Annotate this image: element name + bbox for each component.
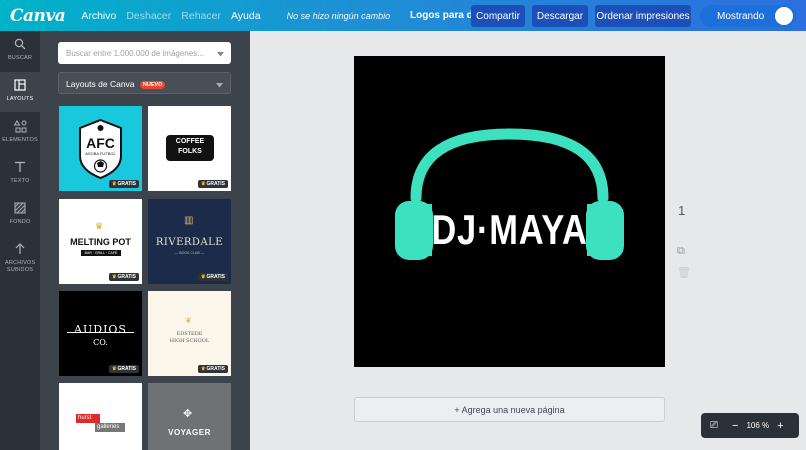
- folks-text: FOLKS: [178, 148, 202, 155]
- rail-item-fondo[interactable]: FONDO: [0, 195, 40, 235]
- notes-icon[interactable]: ⎚: [710, 420, 718, 431]
- layout-thumb-coffee-folks[interactable]: COFFEE FOLKS ♛GRATIS: [148, 106, 231, 191]
- edstede-text: EDSTEDE: [176, 331, 203, 337]
- rail-label-elementos: ELEMENTOS: [2, 137, 38, 143]
- crown-icon: ♛: [200, 181, 206, 187]
- search-icon: [13, 37, 27, 51]
- free-badge-label: GRATIS: [117, 181, 136, 187]
- rail-label-buscar: BUSCAR: [7, 55, 33, 61]
- crest-icon: ❦: [185, 316, 192, 325]
- upload-arrow-icon: [13, 242, 27, 256]
- free-badge-label: GRATIS: [206, 366, 225, 372]
- toggle-label: Mostrando: [717, 10, 765, 22]
- riverdale-subtext: — BOOK CLUB —: [174, 251, 205, 255]
- free-badge: ♛GRATIS: [197, 180, 228, 188]
- layout-thumb-hurst[interactable]: hurst galleries: [59, 383, 142, 450]
- toggle-knob: [775, 7, 793, 25]
- rail-label-fondo: FONDO: [9, 219, 31, 225]
- melting-pot-text: MELTING POT: [70, 237, 131, 247]
- zoom-level[interactable]: 106 %: [746, 421, 769, 430]
- crown-icon: ♛: [95, 221, 104, 231]
- layouts-dropdown[interactable]: Layouts de Canva NUEVO: [58, 72, 231, 94]
- layouts-icon: [13, 78, 27, 92]
- save-status: No se hizo ningún cambio: [286, 10, 391, 21]
- rail-label-layouts: LAYOUTS: [6, 96, 34, 102]
- rail-item-texto[interactable]: TEXTO: [0, 154, 40, 194]
- document-title[interactable]: Logos para dj: [410, 10, 476, 21]
- dj-maya-text[interactable]: DJ·MAYA: [382, 206, 637, 254]
- riverdale-text: RIVERDALE: [155, 237, 224, 248]
- book-icon: ▥: [184, 215, 194, 226]
- crown-icon: ♛: [111, 366, 117, 372]
- top-bar: Canva Archivo Deshacer Rehacer Ayuda No …: [0, 0, 806, 31]
- free-badge-label: GRATIS: [206, 181, 225, 187]
- free-badge: ♛GRATIS: [108, 365, 139, 373]
- menu-archivo[interactable]: Archivo: [81, 10, 116, 22]
- layout-thumb-afc[interactable]: AFC ASOBA FUTBOL ♛GRATIS: [59, 106, 142, 191]
- canva-logo[interactable]: Canva: [10, 6, 66, 26]
- free-badge-label: GRATIS: [117, 274, 136, 280]
- layout-thumb-voyager[interactable]: ✥ VOYAGER: [148, 383, 231, 450]
- rail-item-elementos[interactable]: ELEMENTOS: [0, 113, 40, 153]
- rail-label-texto: TEXTO: [10, 178, 30, 184]
- high-school-text: HIGH SCHOOL: [169, 338, 210, 344]
- rail-label-archivos: ARCHIVOS SUBIDOS: [5, 260, 36, 273]
- download-button[interactable]: Descargar: [532, 5, 588, 27]
- free-badge-label: GRATIS: [117, 366, 136, 372]
- free-badge: ♛GRATIS: [197, 273, 228, 281]
- crown-icon: ♛: [200, 366, 206, 372]
- layouts-panel: Buscar entre 1.000.000 de imágenes... La…: [40, 31, 250, 450]
- coffee-text: COFFEE: [175, 138, 205, 145]
- layout-thumb-edstede[interactable]: ❦ EDSTEDE HIGH SCHOOL ♛GRATIS: [148, 291, 231, 376]
- delete-page-icon[interactable]: 🗑︎: [677, 266, 691, 279]
- free-badge: ♛GRATIS: [108, 180, 139, 188]
- layout-thumb-riverdale[interactable]: ▥ RIVERDALE — BOOK CLUB — ♛GRATIS: [148, 199, 231, 284]
- layouts-dropdown-label: Layouts de Canva: [66, 79, 135, 89]
- new-badge: NUEVO: [139, 81, 166, 89]
- rail-item-layouts[interactable]: LAYOUTS: [0, 72, 40, 112]
- menu-ayuda[interactable]: Ayuda: [231, 10, 261, 22]
- hurst-text: hurst: [78, 415, 92, 421]
- left-rail: BUSCAR LAYOUTS ELEMENTOS TEXTO FONDO ARC…: [0, 31, 40, 450]
- share-button[interactable]: Compartir: [471, 5, 525, 27]
- rail-item-archivos[interactable]: ARCHIVOS SUBIDOS: [0, 236, 40, 284]
- crown-icon: ♛: [200, 274, 206, 280]
- duplicate-page-icon[interactable]: ⧉: [677, 245, 685, 258]
- audios-strike: [67, 332, 134, 333]
- compass-icon: ✥: [183, 408, 193, 420]
- presentation-toggle[interactable]: Mostrando: [700, 5, 796, 27]
- audios-text: AUDIOS: [74, 323, 127, 336]
- crown-icon: ♛: [111, 181, 117, 187]
- page-number: 1: [678, 203, 686, 218]
- shapes-icon: [13, 119, 27, 133]
- order-prints-button[interactable]: Ordenar impresiones: [595, 5, 691, 27]
- design-canvas[interactable]: DJ·MAYA: [354, 56, 665, 367]
- image-search-input[interactable]: Buscar entre 1.000.000 de imágenes...: [58, 42, 231, 64]
- background-pattern-icon: [13, 201, 27, 215]
- galleries-text: galleries: [97, 424, 120, 430]
- crown-icon: ♛: [111, 274, 117, 280]
- free-badge: ♛GRATIS: [108, 273, 139, 281]
- afc-subtext: ASOBA FUTBOL: [85, 151, 116, 156]
- audios-co-text: CO.: [93, 338, 108, 347]
- layout-thumb-audios[interactable]: AUDIOS CO. ♛GRATIS: [59, 291, 142, 376]
- text-icon: [13, 160, 27, 174]
- free-badge-label: GRATIS: [206, 274, 225, 280]
- zoom-in-button[interactable]: +: [777, 420, 783, 432]
- free-badge: ♛GRATIS: [197, 365, 228, 373]
- chevron-down-icon[interactable]: [217, 50, 224, 59]
- zoom-out-button[interactable]: −: [732, 420, 738, 432]
- menu-deshacer[interactable]: Deshacer: [126, 10, 171, 22]
- layout-thumb-melting-pot[interactable]: ♛ MELTING POT BAR · GRILL · CAFÉ ♛GRATIS: [59, 199, 142, 284]
- voyager-text: VOYAGER: [168, 428, 211, 437]
- melting-subtext: BAR · GRILL · CAFÉ: [84, 251, 118, 255]
- chevron-down-icon: [216, 80, 223, 90]
- rail-item-buscar[interactable]: BUSCAR: [0, 31, 40, 71]
- zoom-control: ⎚ − 106 % +: [701, 413, 799, 438]
- afc-text: AFC: [86, 135, 115, 151]
- search-placeholder: Buscar entre 1.000.000 de imágenes...: [66, 49, 204, 58]
- add-page-button[interactable]: + Agrega una nueva página: [354, 397, 665, 422]
- menu-rehacer[interactable]: Rehacer: [181, 10, 221, 22]
